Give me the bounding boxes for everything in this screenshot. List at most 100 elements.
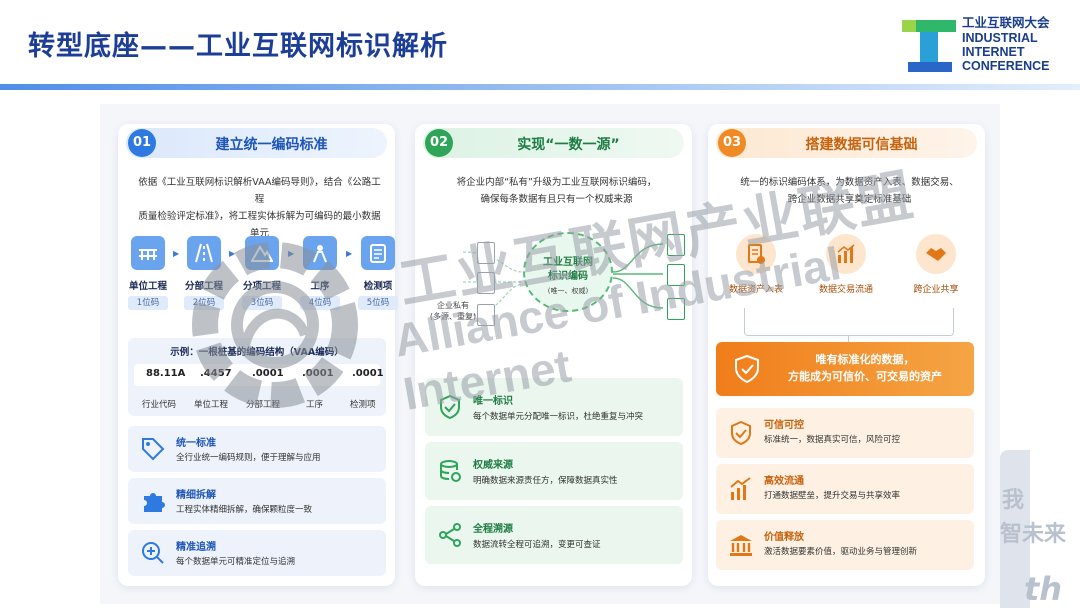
use-case-share: 跨企业共享 xyxy=(896,234,976,295)
step-arrow-icon: ▶ xyxy=(346,249,353,258)
desc-line-2: 跨企业数据共享奠定标准基础 xyxy=(787,194,912,205)
example-label: 检测项 xyxy=(350,400,376,410)
panel-number: 02 xyxy=(425,129,453,157)
puzzle-icon xyxy=(144,493,165,512)
step-label: 分部工程 xyxy=(184,281,223,292)
center-subtitle: (唯一、权威) xyxy=(547,287,589,295)
feature-desc: 打通数据壁垒，提升交易与共享效率 xyxy=(764,491,901,501)
example-code-bar: 88.11A .4457 .0001 .0001 .0001 xyxy=(134,364,384,386)
document-icon xyxy=(736,234,776,274)
panel-trusted-foundation: 03 搭建数据可信基础 统一的标识编码体系，为数据资产入表、数据交易、 跨企业数… xyxy=(708,124,985,586)
banner-line-1: 唯有标准化的数据， xyxy=(815,353,915,366)
shield-check-icon xyxy=(440,394,460,420)
logo-mark-icon xyxy=(902,20,956,72)
feature-title: 精准追溯 xyxy=(176,542,216,553)
bar-chart-icon xyxy=(826,234,866,274)
example-code: .0001 xyxy=(302,368,334,379)
logo-en-line2: INTERNET xyxy=(962,45,1025,59)
feature-title: 价值释放 xyxy=(764,532,804,543)
feature-title: 高效流通 xyxy=(764,476,804,487)
step-code: 1位码 xyxy=(128,296,168,310)
header: 转型底座——工业互联网标识解析 工业互联网大会 INDUSTRIAL INTER… xyxy=(0,0,1080,84)
use-case-asset: 数据资产入表 xyxy=(716,234,796,295)
banner-text: 唯有标准化的数据， 方能成为可信价、可交易的资产 xyxy=(766,351,964,385)
doc-icon xyxy=(667,264,685,286)
panel-coding-standard: 01 建立统一编码标准 依据《工业互联网标识解析VAA编码导则》，结合《公路工程… xyxy=(118,124,398,586)
feature-title: 精细拆解 xyxy=(176,490,216,501)
step-label: 分项工程 xyxy=(242,281,281,292)
deco-text-2: 智未来 xyxy=(1000,522,1067,547)
source-diagram: 企业私有 (多源、重复) 工业互联网 标识编码 (唯一、权威) xyxy=(423,224,685,344)
feature-desc: 标准统一，数据真实可信，风险可控 xyxy=(764,435,901,445)
feature-fine-split: 精细拆解 工程实体精细拆解，确保颗粒度一致 xyxy=(128,478,386,524)
mountain-icon xyxy=(245,236,279,270)
page-title: 转型底座——工业互联网标识解析 xyxy=(28,31,448,62)
bank-icon xyxy=(730,535,752,556)
doc-icon xyxy=(477,242,495,264)
desc-line-1: 依据《工业互联网标识解析VAA编码导则》，结合《公路工程 xyxy=(138,177,381,205)
connector-line xyxy=(744,308,954,336)
conference-logo: 工业互联网大会 INDUSTRIAL INTERNET CONFERENCE xyxy=(900,16,1060,74)
doc-icon xyxy=(667,234,685,256)
panel-header: 03 搭建数据可信基础 xyxy=(716,128,977,158)
example-code: .4457 xyxy=(200,368,232,379)
feature-authoritative-source: 权威来源 明确数据来源责任方，保障数据真实性 xyxy=(425,442,683,500)
panel-description: 将企业内部“私有”升级为工业互联网标识编码， 确保每条数据有且只有一个权威来源 xyxy=(435,174,678,208)
bridge-icon xyxy=(131,236,165,270)
step-code: 4位码 xyxy=(300,296,340,310)
panel-single-source: 02 实现“一数一源” 将企业内部“私有”升级为工业互联网标识编码， 确保每条数… xyxy=(415,124,692,586)
value-banner: 唯有标准化的数据， 方能成为可信价、可交易的资产 xyxy=(716,342,974,396)
tag-icon xyxy=(142,438,165,461)
feature-trusted-controlled: 可信可控 标准统一，数据真实可信，风险可控 xyxy=(716,408,974,458)
use-case-label: 数据交易流通 xyxy=(818,285,873,295)
example-label: 行业代码 xyxy=(142,400,177,410)
banner-line-2: 方能成为可信价、可交易的资产 xyxy=(788,370,942,383)
panel-description: 依据《工业互联网标识解析VAA编码导则》，结合《公路工程 质量检验评定标准》，将… xyxy=(138,174,381,242)
deco-text-1: 我 xyxy=(1002,488,1025,513)
feature-efficient-flow: 高效流通 打通数据壁垒，提升交易与共享效率 xyxy=(716,464,974,514)
center-node: 工业互联网 标识编码 (唯一、权威) xyxy=(523,232,613,312)
private-label: 企业私有 (多源、重复) xyxy=(423,300,483,322)
example-code: 88.11A xyxy=(146,368,186,379)
logo-cn-text: 工业互联网大会 xyxy=(962,16,1050,30)
use-case-trade: 数据交易流通 xyxy=(806,234,886,295)
road-icon xyxy=(187,236,221,270)
step-process: 工序 4位码 xyxy=(298,236,342,310)
shield-check-icon xyxy=(731,420,751,446)
use-case-icons: 数据资产入表 数据交易流通 跨企业共享 xyxy=(712,234,980,314)
feature-desc: 激活数据要素价值，驱动业务与管理创新 xyxy=(764,547,918,557)
feature-title: 全程溯源 xyxy=(473,524,513,535)
example-title: 示例：一根桩基的编码结构（VAA编码） xyxy=(170,347,344,358)
center-title: 工业互联网 标识编码 xyxy=(525,256,611,284)
feature-title: 唯一标识 xyxy=(473,396,513,407)
step-arrow-icon: ▶ xyxy=(288,249,295,258)
panel-title: 建立统一编码标准 xyxy=(215,137,328,153)
example-box: 示例：一根桩基的编码结构（VAA编码） 88.11A .4457 .0001 .… xyxy=(128,338,386,416)
feature-full-trace: 全程溯源 数据流转全程可追溯，变更可查证 xyxy=(425,506,683,564)
zoom-icon xyxy=(142,542,164,564)
example-code: .0001 xyxy=(352,368,384,379)
growth-chart-icon xyxy=(730,477,751,500)
logo-en-line1: INDUSTRIAL xyxy=(962,31,1038,45)
step-division-project: 分部工程 2位码 xyxy=(182,236,226,310)
desc-line-2: 确保每条数据有且只有一个权威来源 xyxy=(480,194,633,205)
use-case-label: 跨企业共享 xyxy=(913,285,959,295)
feature-value-release: 价值释放 激活数据要素价值，驱动业务与管理创新 xyxy=(716,520,974,570)
feature-desc: 每个数据单元可精准定位与追溯 xyxy=(176,557,296,567)
database-icon xyxy=(440,460,461,482)
private-label-line2: (多源、重复) xyxy=(429,312,477,321)
feature-precise-trace: 精准追溯 每个数据单元可精准定位与追溯 xyxy=(128,530,386,576)
step-code: 5位码 xyxy=(358,296,398,310)
panel-header: 02 实现“一数一源” xyxy=(423,128,684,158)
step-code: 2位码 xyxy=(184,296,224,310)
step-subitem-project: 分项工程 3位码 xyxy=(240,236,284,310)
private-label-line1: 企业私有 xyxy=(437,301,469,310)
checklist-icon xyxy=(361,236,395,270)
desc-line-1: 统一的标识编码体系，为数据资产入表、数据交易、 xyxy=(740,177,959,188)
example-label: 工序 xyxy=(306,400,324,410)
panel-number: 03 xyxy=(718,129,746,157)
feature-title: 可信可控 xyxy=(764,420,804,431)
center-title-line2: 标识编码 xyxy=(548,271,588,282)
feature-title: 权威来源 xyxy=(473,460,513,471)
step-inspection: 检测项 5位码 xyxy=(356,236,400,310)
